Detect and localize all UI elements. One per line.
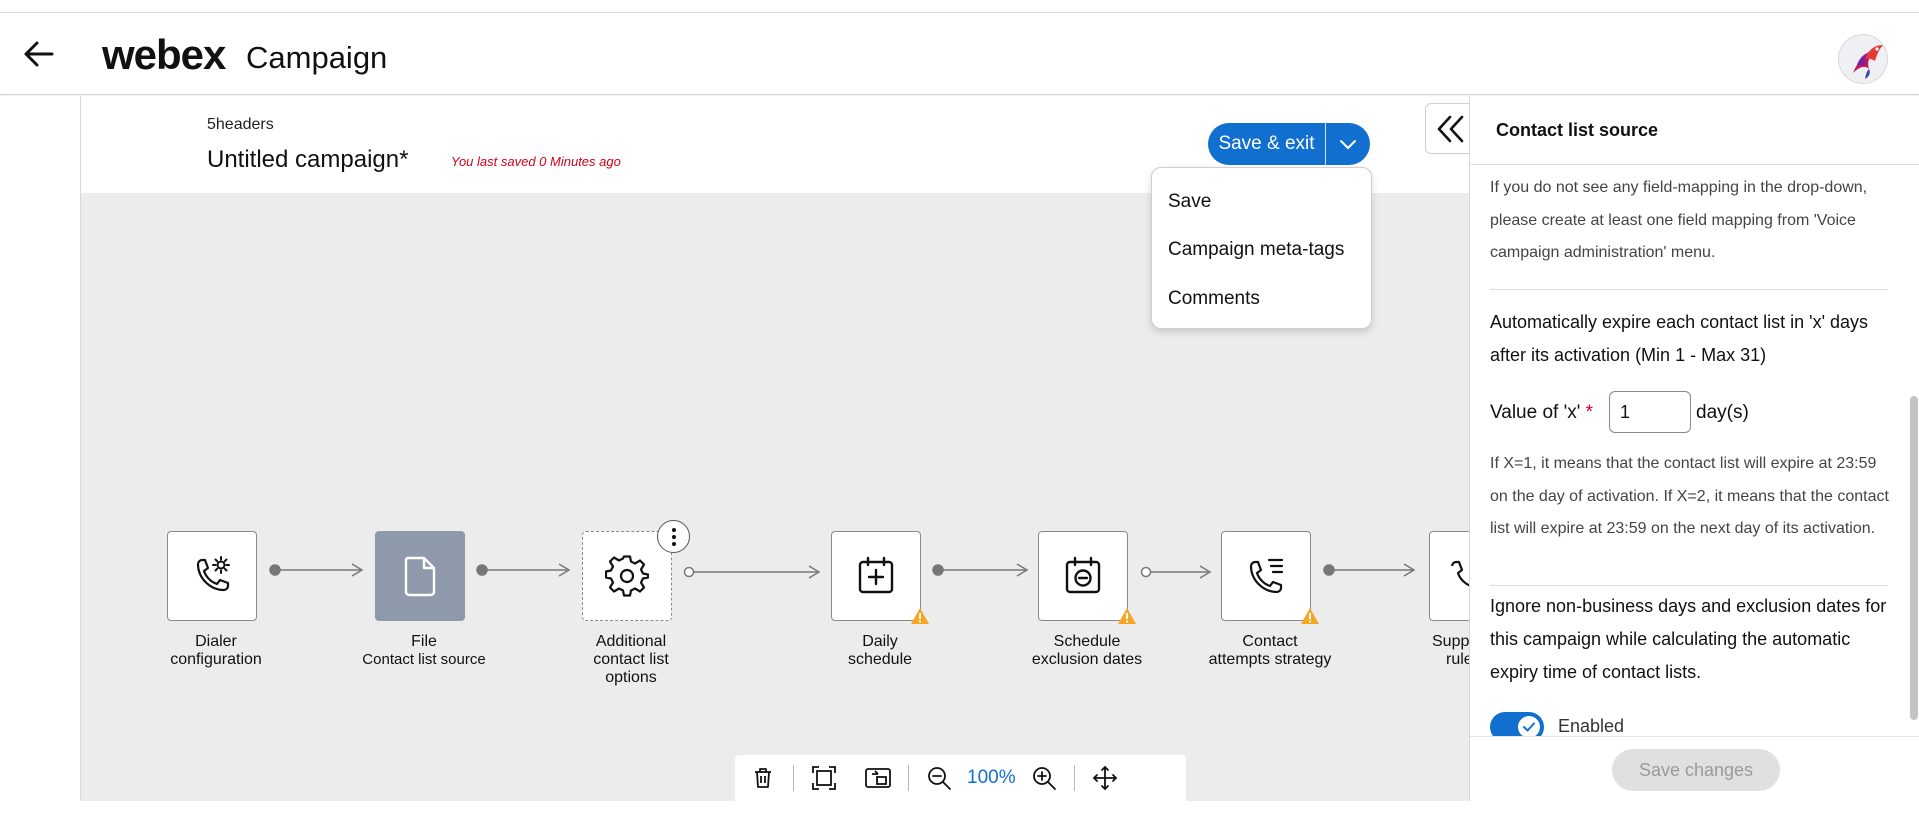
panel-scrollbar[interactable] xyxy=(1910,396,1918,720)
fit-screen-icon xyxy=(812,766,836,790)
avatar[interactable] xyxy=(1838,34,1888,84)
minimap-button[interactable] xyxy=(860,760,896,796)
pan-button[interactable] xyxy=(1087,760,1123,796)
node-file-label: File Contact list source xyxy=(362,633,486,668)
node-dialer-configuration[interactable] xyxy=(167,531,257,621)
node-attempts-warning-icon xyxy=(1301,608,1319,624)
calendar-minus-icon xyxy=(1065,556,1101,594)
left-gutter xyxy=(0,96,81,801)
toggle-knob xyxy=(1518,716,1540,738)
gear-icon xyxy=(605,555,649,597)
back-button[interactable] xyxy=(22,39,56,69)
app-name: Campaign xyxy=(246,40,388,75)
menu-item-campaign-meta-tags[interactable]: Campaign meta-tags xyxy=(1168,239,1344,261)
toolbar-divider xyxy=(1073,765,1075,791)
ignore-nonbusiness-heading: Ignore non-business days and exclusion d… xyxy=(1490,596,1887,682)
calendar-plus-icon xyxy=(858,556,894,594)
panel-title-divider xyxy=(1470,164,1919,165)
node-file-contact-list-source[interactable] xyxy=(375,531,465,621)
menu-item-save[interactable]: Save xyxy=(1168,191,1211,213)
save-exit-group: Save & exit xyxy=(1208,123,1370,165)
save-options-dropdown-button[interactable] xyxy=(1326,123,1370,165)
panel-title: Contact list source xyxy=(1496,120,1659,140)
node-exclusion-warning-icon xyxy=(1118,608,1136,624)
expire-note: If X=1, it means that the contact list w… xyxy=(1490,455,1889,537)
campaign-title[interactable]: Untitled campaign* xyxy=(207,146,408,174)
toolbar-divider xyxy=(908,765,909,791)
save-options-menu: Save Campaign meta-tags Comments xyxy=(1151,167,1372,329)
node-daily-warning-icon xyxy=(911,608,929,624)
delete-button[interactable] xyxy=(745,760,781,796)
zoom-out-button[interactable] xyxy=(921,760,957,796)
node-daily-label: Daily schedule xyxy=(847,633,913,668)
arrow-left-icon xyxy=(24,41,54,67)
node-suppression-label: Supp rule xyxy=(1432,633,1469,668)
zoom-in-button[interactable] xyxy=(1026,760,1062,796)
collapse-panel-button[interactable] xyxy=(1425,103,1475,154)
check-icon xyxy=(1523,722,1535,732)
node-suppression-rules[interactable] xyxy=(1429,531,1469,621)
phone-list-icon xyxy=(1249,558,1284,594)
expire-heading: Automatically expire each contact list i… xyxy=(1490,312,1869,365)
kebab-menu-icon xyxy=(671,527,676,546)
x-value-label: Value of 'x' * xyxy=(1490,402,1594,423)
panel-footer: Save changes xyxy=(1470,736,1919,801)
node-more-options-button[interactable] xyxy=(657,520,690,553)
save-exit-button[interactable]: Save & exit xyxy=(1208,123,1325,165)
x-unit-label: day(s) xyxy=(1696,402,1749,423)
zoom-in-icon xyxy=(1032,767,1056,790)
last-saved-note: You last saved 0 Minutes ago xyxy=(451,154,621,169)
save-changes-button[interactable]: Save changes xyxy=(1612,749,1780,791)
field-mapping-note: If you do not see any field-mapping in t… xyxy=(1490,179,1868,261)
phone-icon xyxy=(1450,560,1469,587)
node-schedule-exclusion-dates[interactable] xyxy=(1038,531,1128,621)
panel-divider xyxy=(1490,585,1888,586)
double-chevron-left-icon xyxy=(1437,115,1464,142)
required-asterisk: * xyxy=(1585,402,1594,423)
canvas-toolbar: 100% xyxy=(735,755,1186,801)
node-daily-schedule[interactable] xyxy=(831,531,921,621)
webex-logo: webex xyxy=(102,31,226,78)
node-dialer-label: Dialer configuration xyxy=(170,633,262,668)
project-name: 5headers xyxy=(207,116,274,133)
app-header: webex Campaign xyxy=(0,13,1919,95)
zoom-level: 100% xyxy=(967,767,1016,788)
minimap-icon xyxy=(865,768,891,788)
menu-item-comments[interactable]: Comments xyxy=(1168,288,1260,310)
chevron-down-icon xyxy=(1340,140,1356,149)
x-value-input[interactable] xyxy=(1609,391,1691,433)
bird-logo-icon xyxy=(1853,45,1883,79)
contact-list-source-panel: Contact list source If you do not see an… xyxy=(1469,96,1919,801)
panel-divider xyxy=(1490,289,1888,290)
toggle-label: Enabled xyxy=(1558,716,1625,736)
save-exit-divider xyxy=(1325,123,1326,165)
node-additional-label: Additional contact list options xyxy=(593,633,669,686)
pan-icon xyxy=(1092,766,1117,790)
trash-icon xyxy=(755,768,771,788)
phone-settings-icon xyxy=(196,556,230,592)
file-icon xyxy=(404,556,436,597)
node-exclusion-label: Schedule exclusion dates xyxy=(1031,633,1143,668)
zoom-out-icon xyxy=(928,767,951,790)
toolbar-divider xyxy=(793,765,794,791)
fit-to-screen-button[interactable] xyxy=(806,760,842,796)
node-attempts-label: Contact attempts strategy xyxy=(1208,633,1332,668)
node-contact-attempts-strategy[interactable] xyxy=(1221,531,1311,621)
